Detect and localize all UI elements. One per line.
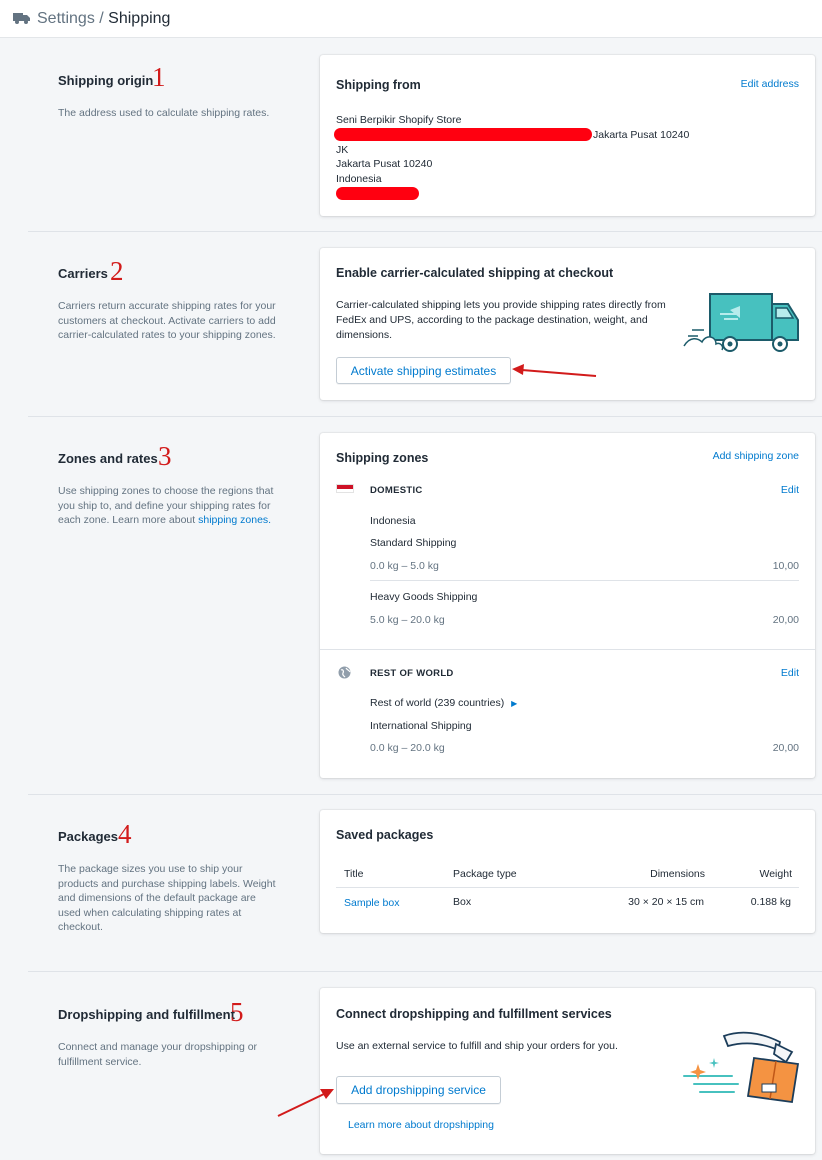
redaction-mark: [334, 128, 592, 141]
dropshipping-card-desc: Use an external service to fulfill and s…: [336, 1040, 618, 1052]
top-bar: Settings / Shipping: [0, 0, 822, 38]
section-divider: [28, 416, 822, 417]
address-region: JK: [336, 144, 349, 156]
package-delivery-illustration: [683, 1031, 800, 1104]
standard-shipping-price: 10,00: [772, 560, 799, 572]
section-divider: [28, 794, 822, 795]
package-title-link[interactable]: Sample box: [344, 897, 399, 909]
add-dropshipping-service-button[interactable]: Add dropshipping service: [336, 1076, 501, 1104]
address-line1-suffix: Jakarta Pusat 10240: [593, 129, 690, 141]
edit-rest-of-world-link[interactable]: Edit: [781, 667, 799, 679]
dropshipping-card-title: Connect dropshipping and fulfillment ser…: [336, 1007, 612, 1021]
shipping-zones-card: Shipping zones Add shipping zone DOMESTI…: [320, 433, 815, 778]
standard-shipping-range: 0.0 kg – 5.0 kg: [370, 560, 439, 572]
carrier-card-desc: Carrier-calculated shipping lets you pro…: [336, 299, 666, 341]
breadcrumb: Settings / Shipping: [37, 10, 170, 28]
add-shipping-zone-link[interactable]: Add shipping zone: [713, 450, 799, 462]
saved-packages-card: Saved packages Title Package type Dimens…: [320, 810, 815, 933]
address-country: Indonesia: [336, 173, 382, 185]
zones-desc: Use shipping zones to choose the regions…: [58, 484, 278, 528]
package-type-cell: Box: [453, 896, 472, 908]
annotation-arrow: [277, 1089, 334, 1117]
domestic-country: Indonesia: [370, 515, 416, 527]
international-shipping-name: International Shipping: [370, 720, 472, 732]
indonesia-flag-icon: [336, 484, 354, 493]
carriers-title: Carriers: [58, 266, 108, 281]
carrier-card-title: Enable carrier-calculated shipping at ch…: [336, 266, 614, 280]
annotation-arrow: [512, 364, 597, 377]
annotation-number-3: 3: [158, 441, 172, 471]
globe-icon: [338, 666, 351, 679]
shipping-from-card: Shipping from Edit address Seni Berpikir…: [320, 55, 815, 216]
package-dimensions-cell: 30 × 20 × 15 cm: [628, 896, 704, 908]
annotation-number-4: 4: [118, 819, 132, 849]
learn-more-dropshipping-link[interactable]: Learn more about dropshipping: [348, 1119, 494, 1131]
delivery-truck-illustration: [683, 293, 799, 352]
page-title: Shipping: [108, 10, 171, 27]
dropshipping-desc: Connect and manage your dropshipping or …: [58, 1041, 258, 1068]
shipping-from-title: Shipping from: [336, 78, 421, 92]
heavy-goods-price: 20,00: [772, 614, 799, 626]
international-shipping-price: 20,00: [772, 742, 799, 754]
rate-divider: [370, 580, 799, 581]
annotation-number-2: 2: [110, 256, 124, 286]
rest-of-world-zone-name: REST OF WORLD: [370, 668, 454, 679]
shipping-origin-title: Shipping origin: [58, 73, 154, 88]
table-row: Sample box Box 30 × 20 × 15 cm 0.188 kg: [336, 888, 799, 918]
annotation-number-5: 5: [230, 997, 244, 1027]
package-weight-cell: 0.188 kg: [750, 896, 791, 908]
zone-divider: [320, 649, 815, 650]
breadcrumb-separator: /: [99, 10, 104, 27]
saved-packages-title: Saved packages: [336, 828, 434, 842]
edit-address-link[interactable]: Edit address: [741, 78, 799, 90]
caret-right-icon: ▶: [511, 699, 518, 708]
section-divider: [28, 231, 822, 232]
edit-domestic-link[interactable]: Edit: [781, 484, 799, 496]
shipping-zones-link[interactable]: shipping zones.: [198, 514, 271, 526]
breadcrumb-settings[interactable]: Settings: [37, 10, 95, 27]
shipping-zones-title: Shipping zones: [336, 451, 429, 465]
domestic-zone-name: DOMESTIC: [370, 485, 423, 496]
dropshipping-title: Dropshipping and fulfillment: [58, 1007, 235, 1022]
rest-of-world-countries-label: Rest of world (239 countries): [370, 697, 505, 709]
international-shipping-range: 0.0 kg – 20.0 kg: [370, 742, 445, 754]
shipping-origin-desc: The address used to calculate shipping r…: [58, 107, 270, 119]
column-header-dimensions: Dimensions: [650, 868, 705, 880]
redaction-mark: [336, 187, 419, 200]
activate-shipping-estimates-button[interactable]: Activate shipping estimates: [336, 357, 511, 384]
column-header-weight: Weight: [759, 868, 793, 880]
standard-shipping-name: Standard Shipping: [370, 537, 457, 549]
dropshipping-card: Connect dropshipping and fulfillment ser…: [320, 988, 815, 1154]
column-header-title: Title: [344, 868, 364, 880]
heavy-goods-range: 5.0 kg – 20.0 kg: [370, 614, 445, 626]
truck-icon: [13, 13, 30, 24]
address-store: Seni Berpikir Shopify Store: [336, 114, 462, 126]
packages-title: Packages: [58, 829, 118, 844]
packages-desc: The package sizes you use to ship your p…: [58, 863, 276, 934]
heavy-goods-name: Heavy Goods Shipping: [370, 591, 478, 603]
address-city: Jakarta Pusat 10240: [336, 158, 433, 170]
section-divider: [28, 971, 822, 972]
annotation-number-1: 1: [152, 62, 166, 92]
column-header-package-type: Package type: [453, 868, 517, 880]
zones-title: Zones and rates: [58, 451, 158, 466]
carriers-desc: Carriers return accurate shipping rates …: [58, 300, 276, 342]
rest-of-world-countries[interactable]: Rest of world (239 countries) ▶: [370, 697, 517, 709]
